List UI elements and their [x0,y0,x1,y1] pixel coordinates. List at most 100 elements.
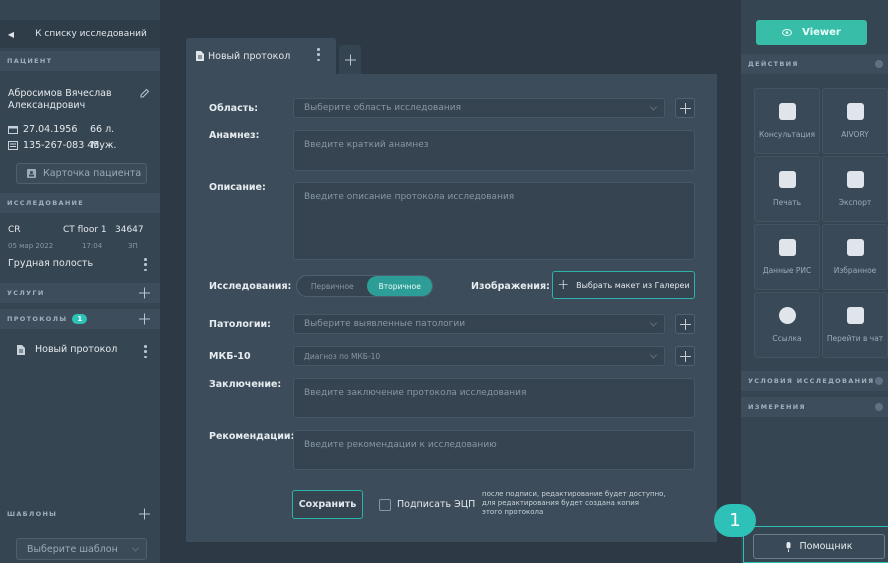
id-card-icon [8,141,18,150]
left-sidebar: ◀ К списку исследований ПАЦИЕНТ Абросимо… [0,0,160,563]
chevron-down-icon [131,544,140,552]
add-protocol-plus-icon[interactable] [139,313,150,325]
toggle-option-secondary[interactable]: Вторичное [367,276,432,296]
study-section-header: ИССЛЕДОВАНИЕ [0,193,160,213]
add-mkb-button[interactable] [675,346,695,366]
action-export[interactable]: Экспорт [822,156,888,222]
conditions-header-label: УСЛОВИЯ ИССЛЕДОВАНИЯ [748,377,875,385]
sign-note-line1: после подписи, редактирование будет дост… [482,490,666,498]
add-area-button[interactable] [675,98,695,118]
patient-age: 66 л. [90,124,115,135]
conclusion-textarea[interactable]: Введите заключение протокола исследовани… [293,378,695,418]
settings-icon [778,239,796,256]
anamnesis-textarea[interactable]: Введите краткий анамнез [293,130,695,171]
add-service-plus-icon[interactable] [139,287,150,299]
tab-label: Новый протокол [208,50,291,62]
action-chat[interactable]: Перейти в чат [822,292,888,358]
patient-card-button[interactable]: Карточка пациента [16,163,147,184]
action-print[interactable]: Печать [754,156,820,222]
action-ris-data[interactable]: Данные РИС [754,224,820,290]
measurements-section-header[interactable]: ИЗМЕРЕНИЯ [741,397,888,417]
consultation-icon [778,103,796,120]
back-to-studies-link[interactable]: ◀ К списку исследований [0,20,160,48]
description-label: Описание: [209,182,266,193]
action-label: Экспорт [838,198,872,207]
description-textarea[interactable]: Введите описание протокола исследования [293,182,695,260]
action-link[interactable]: Ссылка [754,292,820,358]
study-code: ЗП [128,242,138,250]
area-select[interactable]: Выберите область исследования [293,98,665,118]
save-button[interactable]: Сохранить [292,490,363,519]
study-type-toggle[interactable]: Первичное Вторичное [296,275,433,297]
templates-section-header: ШАБЛОНЫ [0,504,160,524]
plus-icon: + [557,277,570,293]
actions-header-label: ДЕЙСТВИЯ [748,60,799,68]
chevron-down-icon [649,351,658,359]
protocols-section-header: ПРОТОКОЛЫ 1 [0,309,160,329]
pathology-select[interactable]: Выберите выявленные патологии [293,314,665,334]
protocols-count-badge: 1 [72,314,88,324]
template-select[interactable]: Выберите шаблон [16,538,147,560]
assistant-label: Помощник [799,541,853,552]
action-label: Ссылка [772,334,802,343]
study-number: 34647 [115,225,144,235]
add-template-plus-icon[interactable] [139,508,150,520]
anamnesis-label: Анамнез: [209,130,260,141]
protocol-menu-icon[interactable] [144,345,147,358]
edit-pencil-icon[interactable] [139,88,150,99]
study-time: 17:04 [82,242,103,250]
gallery-button-label: Выбрать макет из Галереи [576,280,690,290]
patient-section-header: ПАЦИЕНТ [0,51,160,71]
add-tab-button[interactable] [339,45,361,74]
action-consultation[interactable]: Консультация [754,88,820,154]
mkb-select[interactable]: Диагноз по МКБ-10 [293,346,665,366]
chevron-right-icon [875,403,883,411]
chevron-down-icon[interactable] [875,60,883,68]
toggle-option-primary[interactable]: Первичное [297,276,367,296]
star-icon [846,239,864,256]
conclusion-placeholder: Введите заключение протокола исследовани… [304,388,527,398]
mkb-placeholder: Диагноз по МКБ-10 [304,351,381,361]
study-menu-icon[interactable] [144,258,147,271]
patient-card-icon [27,169,36,178]
eye-icon [782,29,793,36]
action-label: Печать [772,198,802,207]
pathology-label: Патологии: [209,319,271,330]
chevron-down-icon [649,319,658,327]
protocols-header-label: ПРОТОКОЛЫ [7,315,68,323]
chip-icon [846,103,864,120]
area-label: Область: [209,103,259,114]
sign-label: Подписать ЭЦП [397,499,476,510]
conditions-section-header[interactable]: УСЛОВИЯ ИССЛЕДОВАНИЯ [741,371,888,391]
services-section-header: УСЛУГИ [0,283,160,303]
patient-gender: Муж. [91,140,117,151]
document-icon [17,345,25,355]
templates-header-label: ШАБЛОНЫ [7,510,58,518]
pathology-placeholder: Выберите выявленные патологии [304,319,466,329]
microphone-icon [786,541,791,552]
action-label: AIVORY [841,130,869,139]
export-icon [846,171,864,188]
mkb-label: МКБ-10 [209,351,251,362]
chat-icon [846,307,864,324]
conclusion-label: Заключение: [209,379,282,390]
anamnesis-placeholder: Введите краткий анамнез [304,140,429,150]
tab-new-protocol[interactable]: Новый протокол [186,38,336,74]
services-header-label: УСЛУГИ [7,289,45,297]
assistant-button[interactable]: Помощник [753,534,885,559]
add-pathology-button[interactable] [675,314,695,334]
area-placeholder: Выберите область исследования [304,103,461,113]
recommendations-textarea[interactable]: Введите рекомендации к исследованию [293,430,695,470]
chevron-down-icon [649,103,658,111]
viewer-button[interactable]: Viewer [756,20,867,45]
template-select-placeholder: Выберите шаблон [27,543,118,555]
study-device: CT floor 1 [63,225,107,235]
sign-note-line2: для редактирования будет создана копия [482,499,640,507]
tab-menu-icon[interactable] [317,48,320,61]
action-favorites[interactable]: Избранное [822,224,888,290]
sign-checkbox[interactable] [379,499,391,511]
gallery-button[interactable]: + Выбрать макет из Галереи [552,271,695,299]
images-label: Изображения: [471,281,550,292]
action-aivory[interactable]: AIVORY [822,88,888,154]
right-sidebar: Viewer ДЕЙСТВИЯ Консультация AIVORY Печа… [741,0,888,563]
